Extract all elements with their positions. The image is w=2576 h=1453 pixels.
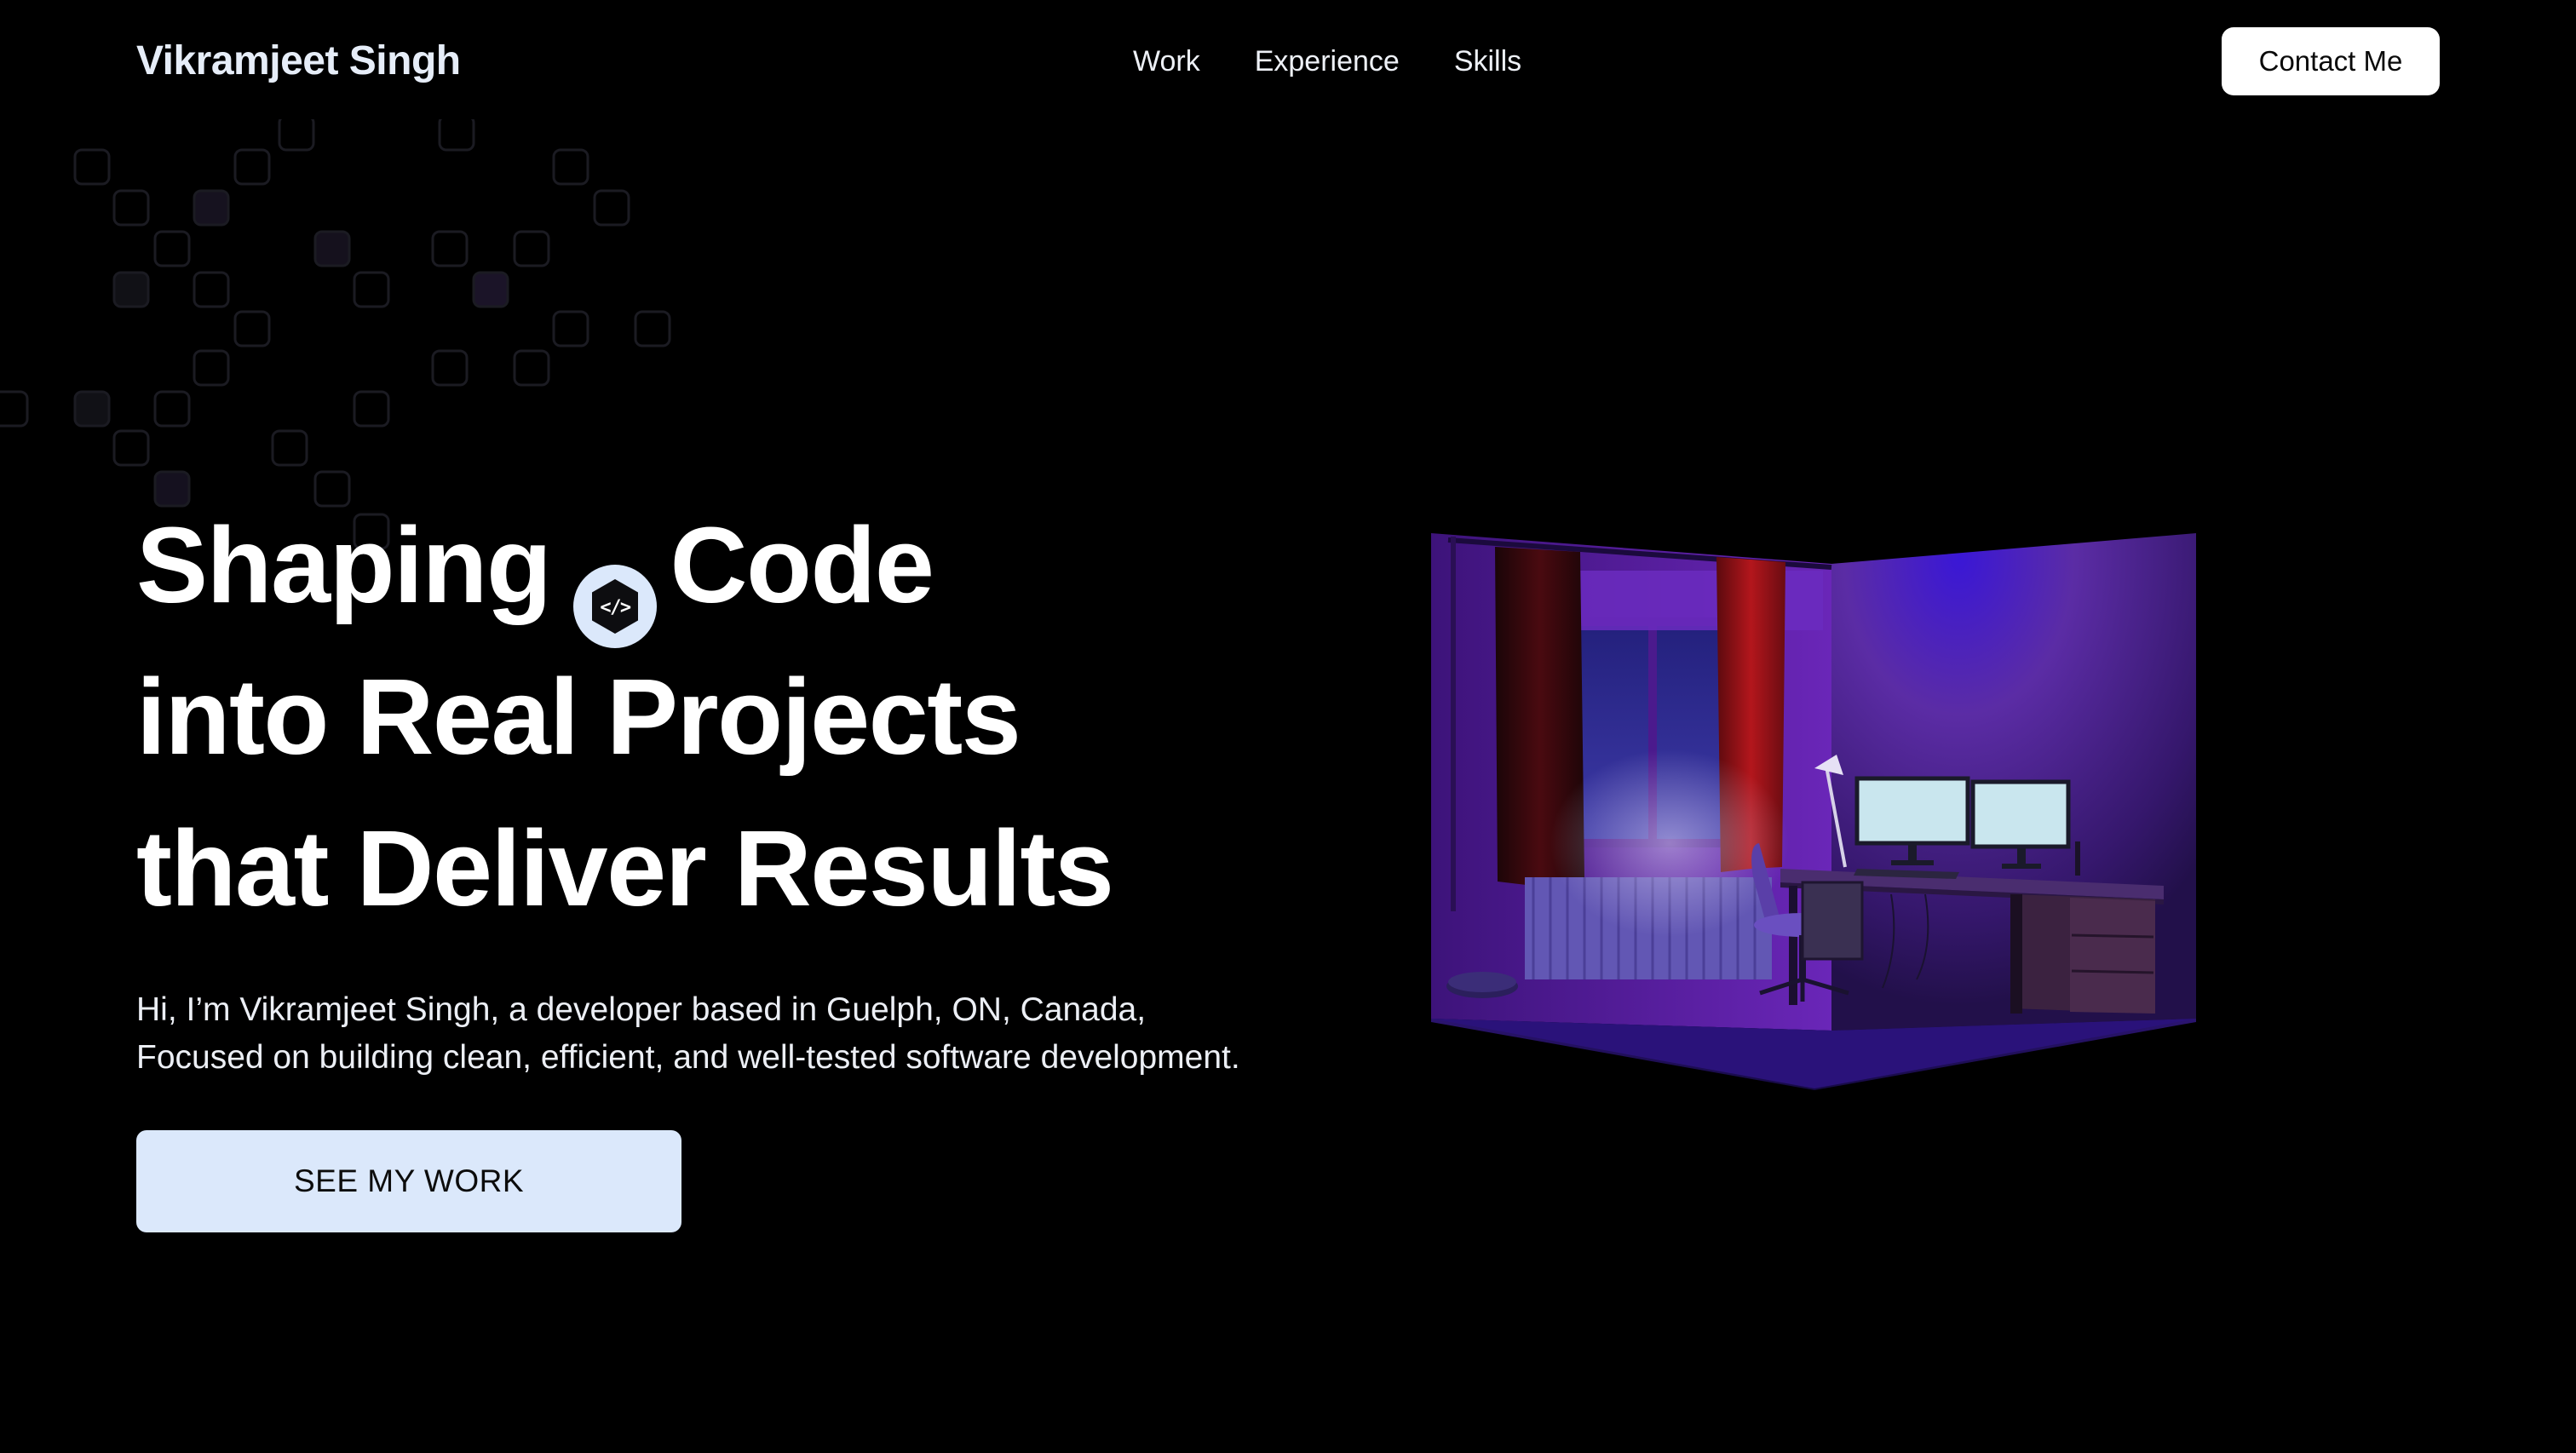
hero-headline: Shaping </> Code into Real Projects that D…: [136, 490, 1114, 945]
headline-word-shaping: Shaping: [136, 505, 552, 625]
hero-headline-line-3: that Deliver Results: [136, 808, 1114, 928]
room-illustration: [1431, 533, 2196, 1090]
svg-text:</>: </>: [600, 597, 630, 618]
nav-links: Work Experience Skills: [1133, 37, 1521, 85]
nav-link-work[interactable]: Work: [1133, 37, 1200, 85]
hero-description-line-2: Focused on building clean, efficient, an…: [136, 1039, 1240, 1076]
hero-headline-line-1: Shaping </> Code: [136, 490, 1113, 648]
site-logo[interactable]: Vikramjeet Singh: [136, 34, 461, 89]
hero-headline-line-2: into Real Projects: [136, 657, 1021, 777]
code-icon: </>: [572, 536, 657, 648]
hero-description: Hi, I’m Vikramjeet Singh, a developer ba…: [136, 986, 1240, 1082]
nav-link-experience[interactable]: Experience: [1255, 37, 1400, 85]
contact-me-button[interactable]: Contact Me: [2222, 27, 2440, 95]
top-navbar: Vikramjeet Singh Work Experience Skills …: [0, 0, 2576, 123]
headline-word-code: Code: [670, 505, 935, 625]
nav-link-skills[interactable]: Skills: [1454, 37, 1521, 85]
hero-description-line-1: Hi, I’m Vikramjeet Singh, a developer ba…: [136, 991, 1147, 1028]
see-my-work-button[interactable]: SEE MY WORK: [136, 1130, 681, 1232]
